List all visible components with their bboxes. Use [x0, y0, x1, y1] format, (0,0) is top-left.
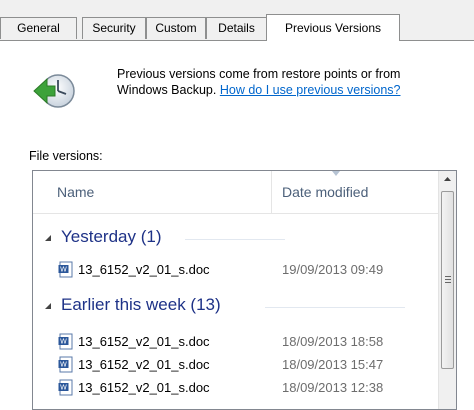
column-header-date-modified[interactable]: Date modified	[282, 184, 368, 200]
file-name: 13_6152_v2_01_s.doc	[78, 357, 210, 372]
group-header-earlier-this-week[interactable]: Earlier this week (13)	[33, 294, 438, 320]
vertical-scrollbar[interactable]	[438, 171, 456, 409]
info-line-2: Windows Backup. How do I use previous ve…	[117, 82, 467, 98]
tab-previous-versions[interactable]: Previous Versions	[266, 14, 400, 41]
list-item[interactable]: W 13_6152_v2_01_s.doc 19/09/2013 09:49	[33, 259, 438, 281]
tab-security[interactable]: Security	[82, 17, 146, 39]
word-document-icon: W	[58, 333, 73, 350]
column-header-row: Name Date modified	[33, 171, 438, 214]
group-header-yesterday[interactable]: Yesterday (1)	[33, 226, 438, 252]
date-modified: 18/09/2013 12:38	[282, 380, 384, 395]
list-item[interactable]: W 13_6152_v2_01_s.doc 18/09/2013 15:47	[33, 354, 438, 376]
list-item[interactable]: W 13_6152_v2_01_s.doc 18/09/2013 12:38	[33, 377, 438, 399]
tab-details[interactable]: Details	[206, 17, 267, 39]
grip-line	[445, 276, 451, 277]
svg-text:W: W	[60, 384, 67, 392]
help-link[interactable]: How do I use previous versions?	[220, 83, 401, 97]
file-name: 13_6152_v2_01_s.doc	[78, 262, 210, 277]
svg-text:W: W	[60, 338, 67, 346]
file-versions-list[interactable]: Name Date modified Yesterday (1) W 13_61…	[32, 170, 457, 410]
group-label: Yesterday (1)	[61, 227, 162, 246]
column-header-name[interactable]: Name	[57, 184, 94, 200]
tab-divider	[0, 40, 474, 41]
file-name: 13_6152_v2_01_s.doc	[78, 380, 210, 395]
date-modified: 18/09/2013 18:58	[282, 334, 384, 349]
word-document-icon: W	[58, 379, 73, 396]
tab-general[interactable]: General	[0, 17, 77, 39]
group-label: Earlier this week (13)	[61, 295, 221, 314]
tab-custom[interactable]: Custom	[146, 17, 206, 39]
group-divider-line	[265, 307, 405, 308]
grip-line	[445, 279, 451, 280]
grip-line	[445, 282, 451, 283]
column-separator[interactable]	[271, 171, 272, 213]
file-versions-label: File versions:	[29, 149, 103, 163]
group-divider-line	[185, 239, 285, 240]
file-name: 13_6152_v2_01_s.doc	[78, 334, 210, 349]
tab-strip: General Security Custom Details Previous…	[0, 0, 474, 41]
collapse-triangle-icon[interactable]	[44, 302, 52, 310]
svg-text:W: W	[60, 361, 67, 369]
info-text: Previous versions come from restore poin…	[117, 66, 467, 98]
scroll-up-arrow-icon[interactable]	[439, 171, 456, 188]
word-document-icon: W	[58, 261, 73, 278]
collapse-triangle-icon[interactable]	[44, 234, 52, 242]
sort-ascending-icon	[332, 171, 340, 176]
date-modified: 19/09/2013 09:49	[282, 262, 384, 277]
svg-text:W: W	[60, 266, 67, 274]
date-modified: 18/09/2013 15:47	[282, 357, 384, 372]
info-line-1: Previous versions come from restore poin…	[117, 67, 401, 81]
list-item[interactable]: W 13_6152_v2_01_s.doc 18/09/2013 18:58	[33, 331, 438, 353]
info-line-2-prefix: Windows Backup.	[117, 83, 217, 97]
restore-clock-icon	[30, 67, 78, 115]
scrollbar-thumb[interactable]	[441, 191, 454, 369]
word-document-icon: W	[58, 356, 73, 373]
